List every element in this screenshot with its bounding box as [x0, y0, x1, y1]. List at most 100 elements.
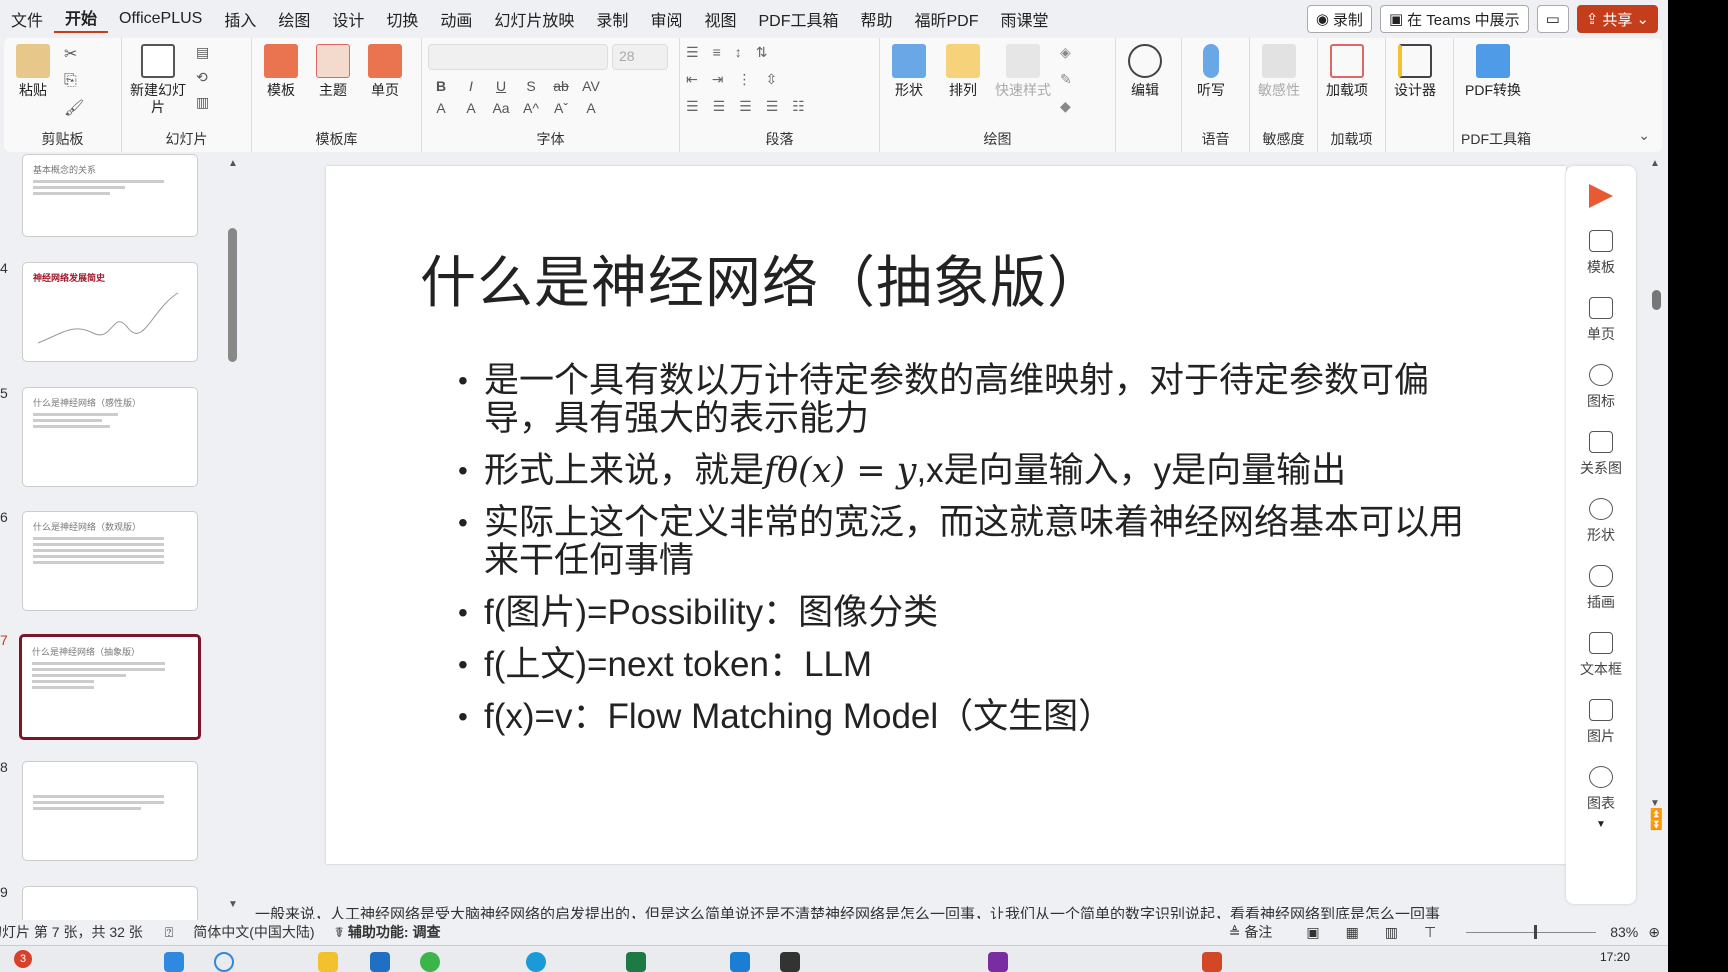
menu-pdf-toolbox[interactable]: PDF工具箱: [747, 7, 849, 31]
panel-picture[interactable]: 图片: [1587, 699, 1615, 746]
increase-indent-icon[interactable]: ⇥: [712, 71, 724, 88]
slide-thumbnail-selected[interactable]: 什么是神经网络（抽象版）: [19, 634, 201, 740]
shadow-button[interactable]: S: [518, 78, 544, 94]
normal-view-icon[interactable]: ▣: [1306, 924, 1319, 941]
designer-button[interactable]: 设计器: [1392, 44, 1438, 99]
font-color-button[interactable]: A: [458, 100, 484, 116]
panel-diagram[interactable]: 关系图: [1580, 431, 1622, 478]
char-spacing-button[interactable]: AV: [578, 78, 604, 94]
panel-illustration[interactable]: 插画: [1587, 565, 1615, 612]
scroll-thumb[interactable]: [228, 228, 237, 362]
menu-officeplus[interactable]: OfficePLUS: [108, 10, 213, 28]
present-in-teams-button[interactable]: ▣ 在 Teams 中展示: [1379, 5, 1529, 33]
underline-button[interactable]: U: [488, 78, 514, 94]
slide-thumbnail[interactable]: 神经网络发展简史: [22, 262, 198, 362]
notes-button[interactable]: ≜ 备注: [1229, 922, 1273, 942]
speaker-notes[interactable]: 一般来说，人工神经网络是受大脑神经网络的启发提出的，但是这么简单说还是不清楚神经…: [255, 903, 1635, 919]
notification-badge[interactable]: 3: [14, 950, 32, 968]
file-explorer-icon[interactable]: [318, 952, 338, 972]
bullets-icon[interactable]: ☰: [686, 44, 699, 61]
excel-icon[interactable]: [626, 952, 646, 972]
wechat-icon[interactable]: [420, 952, 440, 972]
panel-textbox[interactable]: 文本框: [1580, 632, 1622, 679]
reading-view-icon[interactable]: ▥: [1385, 924, 1398, 941]
menu-animations[interactable]: 动画: [429, 7, 483, 31]
clock[interactable]: 17:20: [1600, 950, 1630, 964]
format-painter-icon[interactable]: 🖌: [64, 98, 84, 118]
menu-slideshow[interactable]: 幻灯片放映: [483, 7, 585, 31]
cut-icon[interactable]: ✂: [64, 44, 84, 64]
align-right-icon[interactable]: ☰: [739, 98, 752, 115]
list-controls[interactable]: ☰ ≡ ↕ ⇅: [686, 44, 767, 61]
thumbnail-scrollbar[interactable]: ▲ ▼: [227, 158, 239, 910]
align-center-icon[interactable]: ☰: [713, 98, 726, 115]
menu-foxit-pdf[interactable]: 福昕PDF: [904, 7, 990, 31]
layout-icon[interactable]: ▤: [196, 44, 209, 61]
arrange-button[interactable]: 排列: [940, 44, 986, 99]
text-direction-icon[interactable]: ⇳: [765, 71, 777, 88]
slide-thumbnail[interactable]: 什么是神经网络（感性版）: [22, 387, 198, 487]
panel-single-page[interactable]: 单页: [1587, 297, 1615, 344]
spellcheck-icon[interactable]: ⍰: [165, 924, 173, 941]
powerpoint-icon[interactable]: [1202, 952, 1222, 972]
slide-canvas[interactable]: 什么是神经网络（抽象版） 是一个具有数以万计待定参数的高维映射，对于待定参数可偏…: [326, 166, 1566, 864]
menu-review[interactable]: 审阅: [639, 7, 693, 31]
panel-icons[interactable]: 图标: [1587, 364, 1615, 411]
comments-button[interactable]: ▭: [1536, 5, 1569, 33]
dictate-button[interactable]: 听写: [1188, 44, 1234, 99]
accessibility-status[interactable]: 辅助功能: 调查: [348, 922, 441, 942]
panel-template[interactable]: 模板: [1587, 230, 1615, 277]
slideshow-icon[interactable]: ⊤: [1424, 924, 1436, 941]
menu-insert[interactable]: 插入: [213, 7, 267, 31]
paste-button[interactable]: 粘贴: [10, 44, 56, 99]
single-page-button[interactable]: 单页: [362, 44, 408, 99]
fill-icon[interactable]: ◈: [1060, 44, 1072, 61]
slide-scrollbar[interactable]: ▲ ▼ ⏫ ⏬: [1650, 158, 1664, 918]
vscode-icon[interactable]: [730, 952, 750, 972]
justify-icon[interactable]: ☰: [766, 98, 779, 115]
scroll-thumb[interactable]: [1652, 290, 1661, 310]
menu-help[interactable]: 帮助: [849, 7, 903, 31]
section-icon[interactable]: ▥: [196, 94, 209, 111]
record-button[interactable]: ◉ 录制: [1306, 5, 1372, 33]
decrease-indent-icon[interactable]: ⇤: [686, 71, 698, 88]
shrink-font-button[interactable]: Aˇ: [548, 100, 574, 116]
edit-button[interactable]: 编辑: [1122, 44, 1168, 99]
panel-more-icon[interactable]: ▼: [1596, 819, 1606, 830]
menu-draw[interactable]: 绘图: [267, 7, 321, 31]
onenote-icon[interactable]: [988, 952, 1008, 972]
terminal-icon[interactable]: [780, 952, 800, 972]
slide-thumbnail[interactable]: [22, 886, 198, 920]
theme-button[interactable]: 主题: [310, 44, 356, 99]
sensitivity-button[interactable]: 敏感性: [1256, 44, 1302, 99]
menu-home[interactable]: 开始: [54, 5, 109, 33]
change-case-button[interactable]: Aa: [488, 100, 514, 116]
search-icon[interactable]: [214, 952, 234, 972]
strikethrough-button[interactable]: ab: [548, 78, 574, 94]
numbering-icon[interactable]: ≡: [713, 44, 721, 61]
grow-font-button[interactable]: A^: [518, 100, 544, 116]
line-spacing-icon[interactable]: ↕: [735, 44, 742, 61]
slide-thumbnail[interactable]: 基本概念的关系: [22, 154, 198, 237]
sort-icon[interactable]: ⇅: [756, 44, 768, 61]
pdf-convert-button[interactable]: PDF转换: [1460, 44, 1526, 99]
slide-title[interactable]: 什么是神经网络（抽象版）: [420, 238, 1104, 319]
reset-icon[interactable]: ⟲: [196, 69, 209, 86]
start-icon[interactable]: [164, 952, 184, 972]
fit-to-window-icon[interactable]: ⊕: [1648, 924, 1660, 941]
outline-icon[interactable]: ✎: [1060, 71, 1072, 88]
edge-icon[interactable]: [526, 952, 546, 972]
template-button[interactable]: 模板: [258, 44, 304, 99]
align-left-icon[interactable]: ☰: [686, 98, 699, 115]
distribute-icon[interactable]: ☷: [792, 98, 805, 115]
clear-format-button[interactable]: A: [578, 100, 604, 116]
collapse-ribbon-icon[interactable]: ⌄: [1638, 127, 1650, 144]
menu-view[interactable]: 视图: [693, 7, 747, 31]
panel-shapes[interactable]: 形状: [1587, 498, 1615, 545]
zoom-level[interactable]: 83%: [1610, 924, 1638, 940]
shapes-button[interactable]: 形状: [886, 44, 932, 99]
menu-record[interactable]: 录制: [585, 7, 639, 31]
bold-button[interactable]: B: [428, 78, 454, 94]
font-size-combo[interactable]: 28: [612, 44, 668, 70]
italic-button[interactable]: I: [458, 78, 484, 94]
